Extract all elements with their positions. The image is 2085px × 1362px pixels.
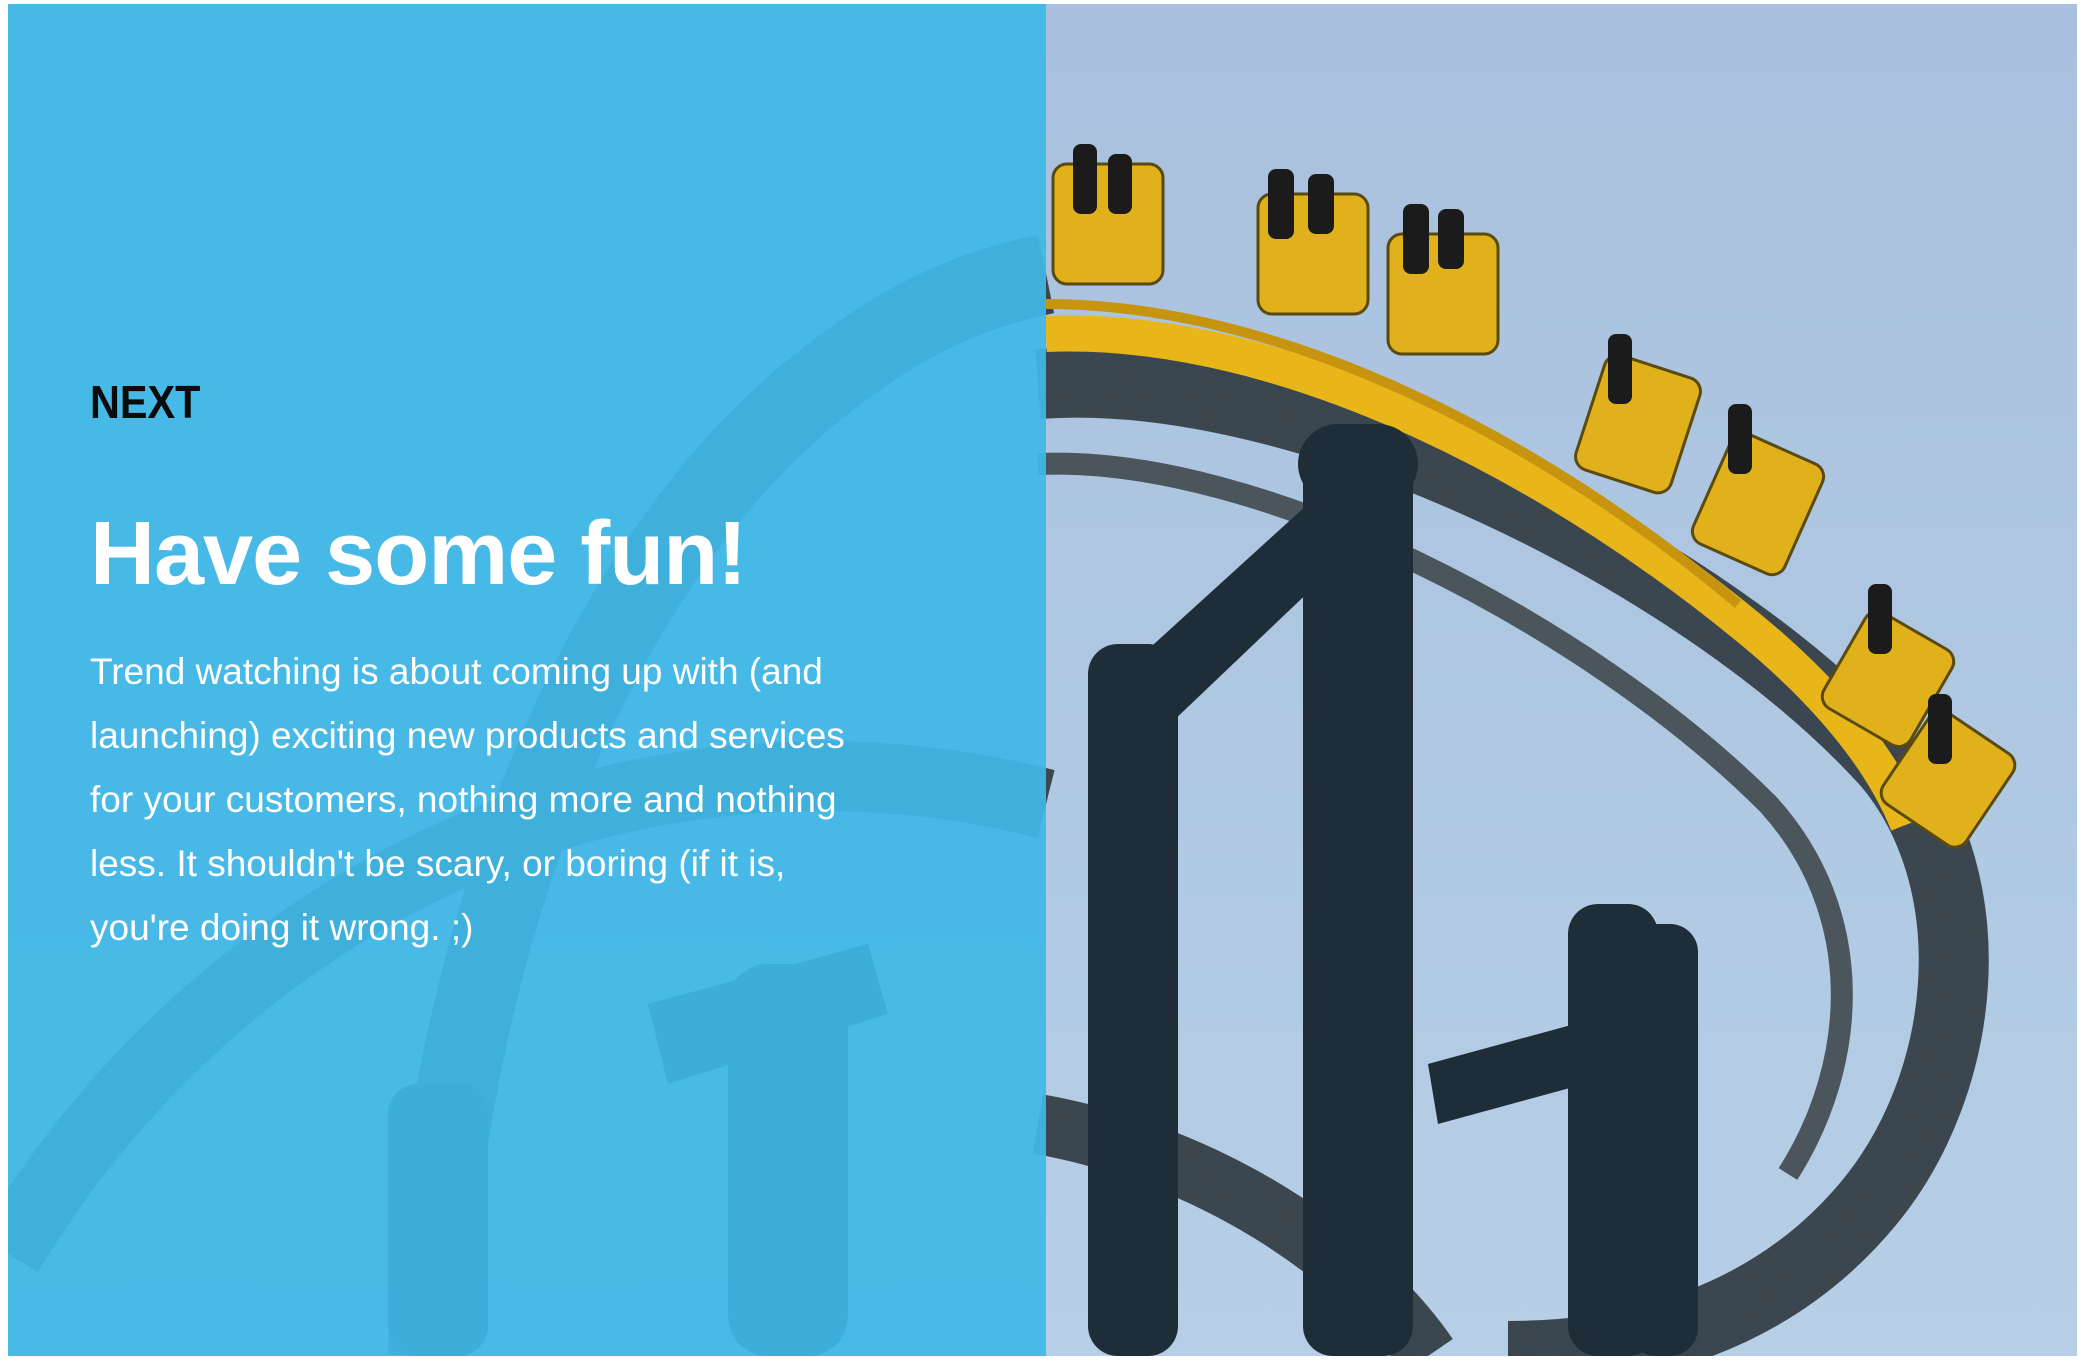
eyebrow-label: NEXT — [90, 376, 201, 428]
slide-content: NEXT Have some fun! Trend watching is ab… — [90, 374, 910, 960]
hero-slide: NEXT Have some fun! Trend watching is ab… — [8, 4, 2077, 1356]
slide-body-text: Trend watching is about coming up with (… — [90, 651, 845, 948]
slide-headline: Have some fun! — [90, 504, 747, 604]
